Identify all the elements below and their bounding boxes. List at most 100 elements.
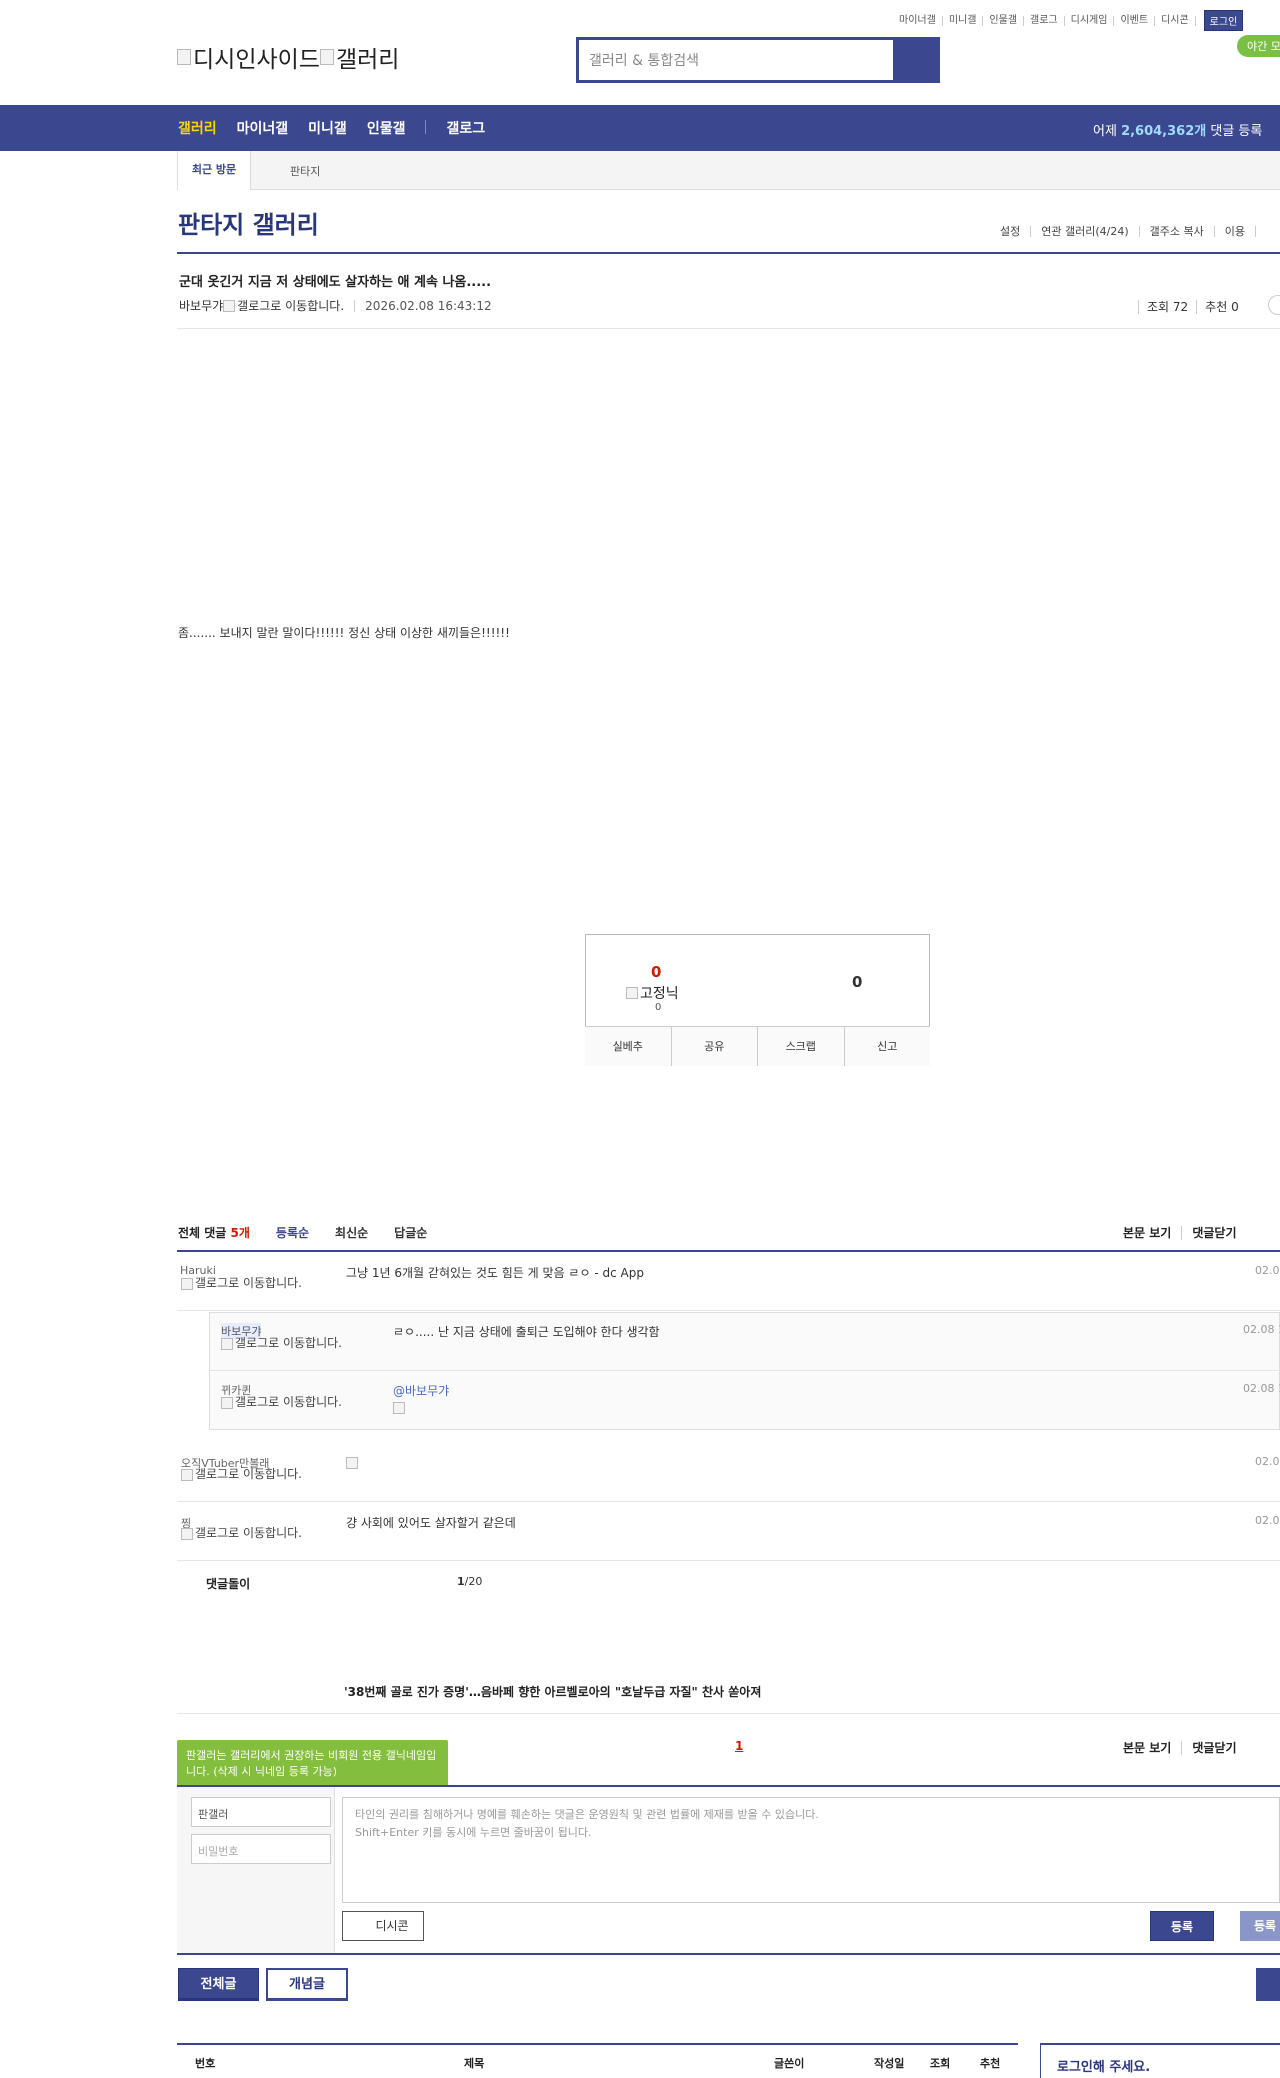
broken-image-icon bbox=[181, 1277, 193, 1290]
recommend-up-count[interactable]: 0 bbox=[651, 963, 661, 981]
reply-gallog-link[interactable]: 갤로그로 이동합니다. bbox=[221, 1396, 346, 1409]
close-comments-link[interactable]: 댓글닫기 bbox=[1181, 1741, 1247, 1755]
post-views: 조회 72 bbox=[1138, 300, 1197, 314]
post-body: 좀....... 보내지 말란 말이다!!!!!! 정신 상태 이상한 새끼들은… bbox=[178, 626, 510, 640]
nav-minor-gallery[interactable]: 마이너갤 bbox=[237, 118, 289, 138]
nav-gallog[interactable]: 갤로그 bbox=[446, 118, 485, 138]
submit-button[interactable]: 등록 bbox=[1150, 1911, 1214, 1941]
comment-date: 02.0 bbox=[1255, 1455, 1280, 1468]
related-gallery-link[interactable]: 연관 갤러리(4/24) bbox=[1031, 226, 1140, 237]
post-author[interactable]: 바보무갸 bbox=[179, 297, 223, 314]
reply-mention[interactable]: @바보무갸 bbox=[393, 1382, 449, 1399]
login-button[interactable]: 로그인 bbox=[1203, 10, 1244, 31]
comment-bot-label[interactable]: 댓글돌이 bbox=[206, 1575, 250, 1592]
comment-date: 02.0 bbox=[1255, 1264, 1280, 1277]
concept-posts-button[interactable]: 개념글 bbox=[266, 1968, 348, 2001]
comment-gallog-link[interactable]: 갤로그로 이동합니다. bbox=[181, 1277, 306, 1290]
best-recommend-button[interactable]: 실베추 bbox=[585, 1027, 672, 1066]
top-link-minor[interactable]: 마이너갤 bbox=[893, 15, 943, 26]
comment-stat: 어제 2,604,362개 댓글 등록 bbox=[1093, 120, 1262, 139]
fixed-nick-label: 고정닉 bbox=[640, 986, 679, 1002]
report-button[interactable]: 신고 bbox=[845, 1027, 931, 1066]
broken-image-icon bbox=[221, 1337, 233, 1350]
nav-gallery[interactable]: 갤러리 bbox=[178, 118, 217, 138]
usage-link[interactable]: 이용 bbox=[1215, 226, 1256, 237]
view-body-link[interactable]: 본문 보기 bbox=[1113, 1226, 1181, 1240]
sort-by-registered[interactable]: 등록순 bbox=[276, 1224, 309, 1241]
top-link-dccon[interactable]: 디시콘 bbox=[1155, 15, 1196, 26]
more-options-button[interactable] bbox=[1268, 295, 1280, 315]
recommend-down-count[interactable]: 0 bbox=[852, 973, 862, 991]
recent-visit-item[interactable]: 판타지 bbox=[290, 163, 320, 179]
divider bbox=[177, 328, 1280, 329]
post-title: 군대 옷긴거 지금 저 상태에도 살자하는 애 계속 나옴..... bbox=[179, 275, 492, 290]
gallery-title[interactable]: 판타지 갤러리 bbox=[178, 205, 319, 240]
write-post-button[interactable] bbox=[1256, 1968, 1280, 2001]
gallery-settings-link[interactable]: 설정 bbox=[1000, 226, 1032, 237]
fixed-nick-count: 0 bbox=[655, 1002, 662, 1013]
col-author: 글쓴이 bbox=[774, 2057, 805, 2070]
reply-box bbox=[209, 1312, 1280, 1430]
dccon-image bbox=[346, 1455, 360, 1469]
search-input[interactable]: 갤러리 & 통합검색 bbox=[579, 40, 893, 80]
dccon-icon bbox=[357, 1921, 371, 1931]
sort-by-latest[interactable]: 최신순 bbox=[335, 1224, 368, 1241]
nav-mini-gallery[interactable]: 미니갤 bbox=[308, 118, 347, 138]
textarea-placeholder-1: 타인의 권리를 침해하거나 명예를 훼손하는 댓글은 운영원칙 및 관련 법률에… bbox=[355, 1808, 819, 1821]
login-prompt[interactable]: 로그인해 주세요. bbox=[1057, 2056, 1150, 2075]
broken-image-icon bbox=[393, 1401, 405, 1414]
comment-row bbox=[177, 1442, 1280, 1502]
comment-gallog-link[interactable]: 갤로그로 이동합니다. bbox=[181, 1468, 306, 1481]
col-title: 제목 bbox=[464, 2057, 485, 2070]
post-meta: 바보무갸 갤로그로 이동합니다. 2026.02.08 16:43:12 bbox=[179, 297, 492, 314]
comment-pagination: 1/20 bbox=[457, 1575, 482, 1588]
gallog-alt-text: 갤로그로 이동합니다. bbox=[195, 1467, 302, 1481]
recent-visit-bar bbox=[177, 151, 1280, 190]
page-number[interactable]: 1 bbox=[735, 1739, 743, 1753]
comment-page-total: /20 bbox=[464, 1575, 483, 1588]
reply-gallog-link[interactable]: 갤로그로 이동합니다. bbox=[221, 1337, 346, 1350]
gallery-links: 설정 연관 갤러리(4/24) 갤주소 복사 이용 bbox=[1000, 226, 1256, 237]
dccon-button[interactable]: 디시콘 bbox=[342, 1911, 424, 1941]
gallog-link[interactable]: 갤로그로 이동합니다. bbox=[237, 297, 344, 314]
sort-by-replies[interactable]: 답글순 bbox=[394, 1224, 427, 1241]
broken-image-icon bbox=[181, 1468, 193, 1481]
password-field[interactable]: 비밀번호 bbox=[191, 1834, 331, 1864]
top-link-event[interactable]: 이벤트 bbox=[1114, 15, 1156, 26]
stat-prefix: 어제 bbox=[1093, 124, 1117, 139]
close-comments-link[interactable]: 댓글닫기 bbox=[1181, 1226, 1247, 1240]
reply-date: 02.08 1 bbox=[1243, 1382, 1280, 1395]
divider bbox=[177, 1713, 1280, 1714]
col-recommend: 추천 bbox=[980, 2057, 1001, 2070]
submit-reply-button[interactable]: 등록 bbox=[1240, 1911, 1280, 1941]
copy-address-link[interactable]: 갤주소 복사 bbox=[1140, 226, 1215, 237]
nickname-field[interactable]: 판갤러 bbox=[191, 1797, 331, 1827]
dccon-label: 디시콘 bbox=[375, 1919, 409, 1933]
news-headline[interactable]: '38번째 골로 진가 증명'…음바페 향한 아르벨로아의 "호날두급 자질" … bbox=[344, 1683, 761, 1700]
divider bbox=[210, 1370, 1280, 1371]
top-link-mini[interactable]: 미니갤 bbox=[943, 15, 984, 26]
view-body-link[interactable]: 본문 보기 bbox=[1113, 1741, 1181, 1755]
top-link-gallog[interactable]: 갤로그 bbox=[1024, 15, 1065, 26]
col-date: 작성일 bbox=[874, 2057, 905, 2070]
comment-textarea[interactable]: 타인의 권리를 침해하거나 명예를 훼손하는 댓글은 운영원칙 및 관련 법률에… bbox=[342, 1797, 1280, 1903]
share-button[interactable]: 공유 bbox=[672, 1027, 758, 1066]
comment-page-current[interactable]: 1 bbox=[457, 1575, 465, 1588]
comment-count: 5개 bbox=[230, 1226, 250, 1240]
scrap-button[interactable]: 스크랩 bbox=[758, 1027, 845, 1066]
search-button[interactable] bbox=[893, 40, 937, 80]
gallog-alt-text: 갤로그로 이동합니다. bbox=[235, 1395, 342, 1409]
broken-image-icon bbox=[177, 49, 191, 65]
recent-visit-tab[interactable]: 최근 방문 bbox=[177, 151, 251, 190]
top-link-person[interactable]: 인물갤 bbox=[983, 15, 1025, 26]
top-link-game[interactable]: 디시게임 bbox=[1065, 15, 1115, 26]
logo-text-gallery: 갤러리 bbox=[335, 47, 400, 73]
night-mode-button[interactable]: 야간 모드 bbox=[1237, 35, 1280, 57]
comment-gallog-link[interactable]: 갤로그로 이동합니다. bbox=[181, 1527, 306, 1540]
all-posts-button[interactable]: 전체글 bbox=[178, 1968, 259, 2001]
list-header-rule bbox=[177, 2043, 1018, 2045]
nav-person-gallery[interactable]: 인물갤 bbox=[367, 118, 406, 138]
site-logo[interactable]: 디시인사이드 갤러리 bbox=[177, 40, 399, 74]
broken-image-icon bbox=[221, 1396, 233, 1409]
gallog-alt-text: 갤로그로 이동합니다. bbox=[195, 1526, 302, 1540]
